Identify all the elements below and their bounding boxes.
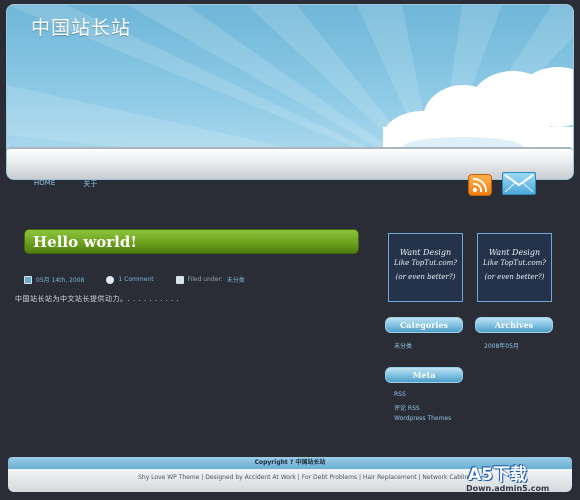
mail-envelope-icon[interactable] [502,172,536,195]
filed-under-label: Filed under: [187,276,223,283]
post-category-link[interactable]: 未分类 [227,275,245,284]
archives-heading: Archives [475,317,553,333]
ad-line-3: (or even better?) [395,273,456,281]
post-comments-link[interactable]: 1 Comment [118,276,153,283]
meta-comments-rss-link[interactable]: 评论 RSS [394,403,420,412]
folder-icon [175,275,184,284]
ad-line-3: (or even better?) [484,273,545,281]
meta-heading: Meta [385,367,463,383]
cloud-graphic [383,67,573,157]
ad-banner-right[interactable]: Want Design Like TopTut.com? (or even be… [477,233,552,302]
main-nav: HOME 关于 [34,179,97,189]
a5-watermark-logo: A5下载 Down.admin5.com [460,460,572,498]
footer-link-theme[interactable]: Shy Love WP Theme [138,474,199,481]
calendar-icon [24,275,32,284]
watermark-title: A5下载 [468,465,527,485]
footer-link-designer[interactable]: Designed by Accident At Work [205,474,296,481]
post-date: 05月 14th, 2008 [36,277,85,284]
nav-item-home[interactable]: HOME [34,179,55,189]
footer-link-hair[interactable]: Hair Replacement [363,474,417,481]
categories-heading: Categories [385,317,463,333]
ad-line-2: Like TopTut.com? [482,259,547,267]
meta-rss-link[interactable]: RSS [394,391,406,398]
ad-banner-left[interactable]: Want Design Like TopTut.com? (or even be… [388,233,463,302]
footer-links: Shy Love WP Theme | Designed by Accident… [138,474,472,481]
ad-line-1: Want Design [488,248,541,257]
site-header: 中国站长站 [6,4,574,180]
archive-link[interactable]: 2008年05月 [484,341,519,350]
category-link[interactable]: 未分类 [394,341,412,350]
comment-icon [106,275,115,284]
nav-item-about[interactable]: 关于 [83,179,97,189]
ad-line-2: Like TopTut.com? [393,259,458,267]
footer-link-debt[interactable]: For Debt Problems [302,474,357,481]
ad-line-1: Want Design [399,248,452,257]
post-meta: 05月 14th, 2008 1 Comment Filed under: 未分… [24,275,245,284]
watermark-url: Down.admin5.com [466,484,550,493]
post-title-bar: Hello world! [24,229,359,254]
post-body: 中国站长站为中文站长提供动力。. . . . . . . . . . [15,295,180,303]
site-title[interactable]: 中国站长站 [31,13,131,40]
meta-wordpress-themes-link[interactable]: Wordpress Themes [394,415,451,422]
rss-feed-icon[interactable] [468,174,492,196]
post-title[interactable]: Hello world! [33,233,137,251]
